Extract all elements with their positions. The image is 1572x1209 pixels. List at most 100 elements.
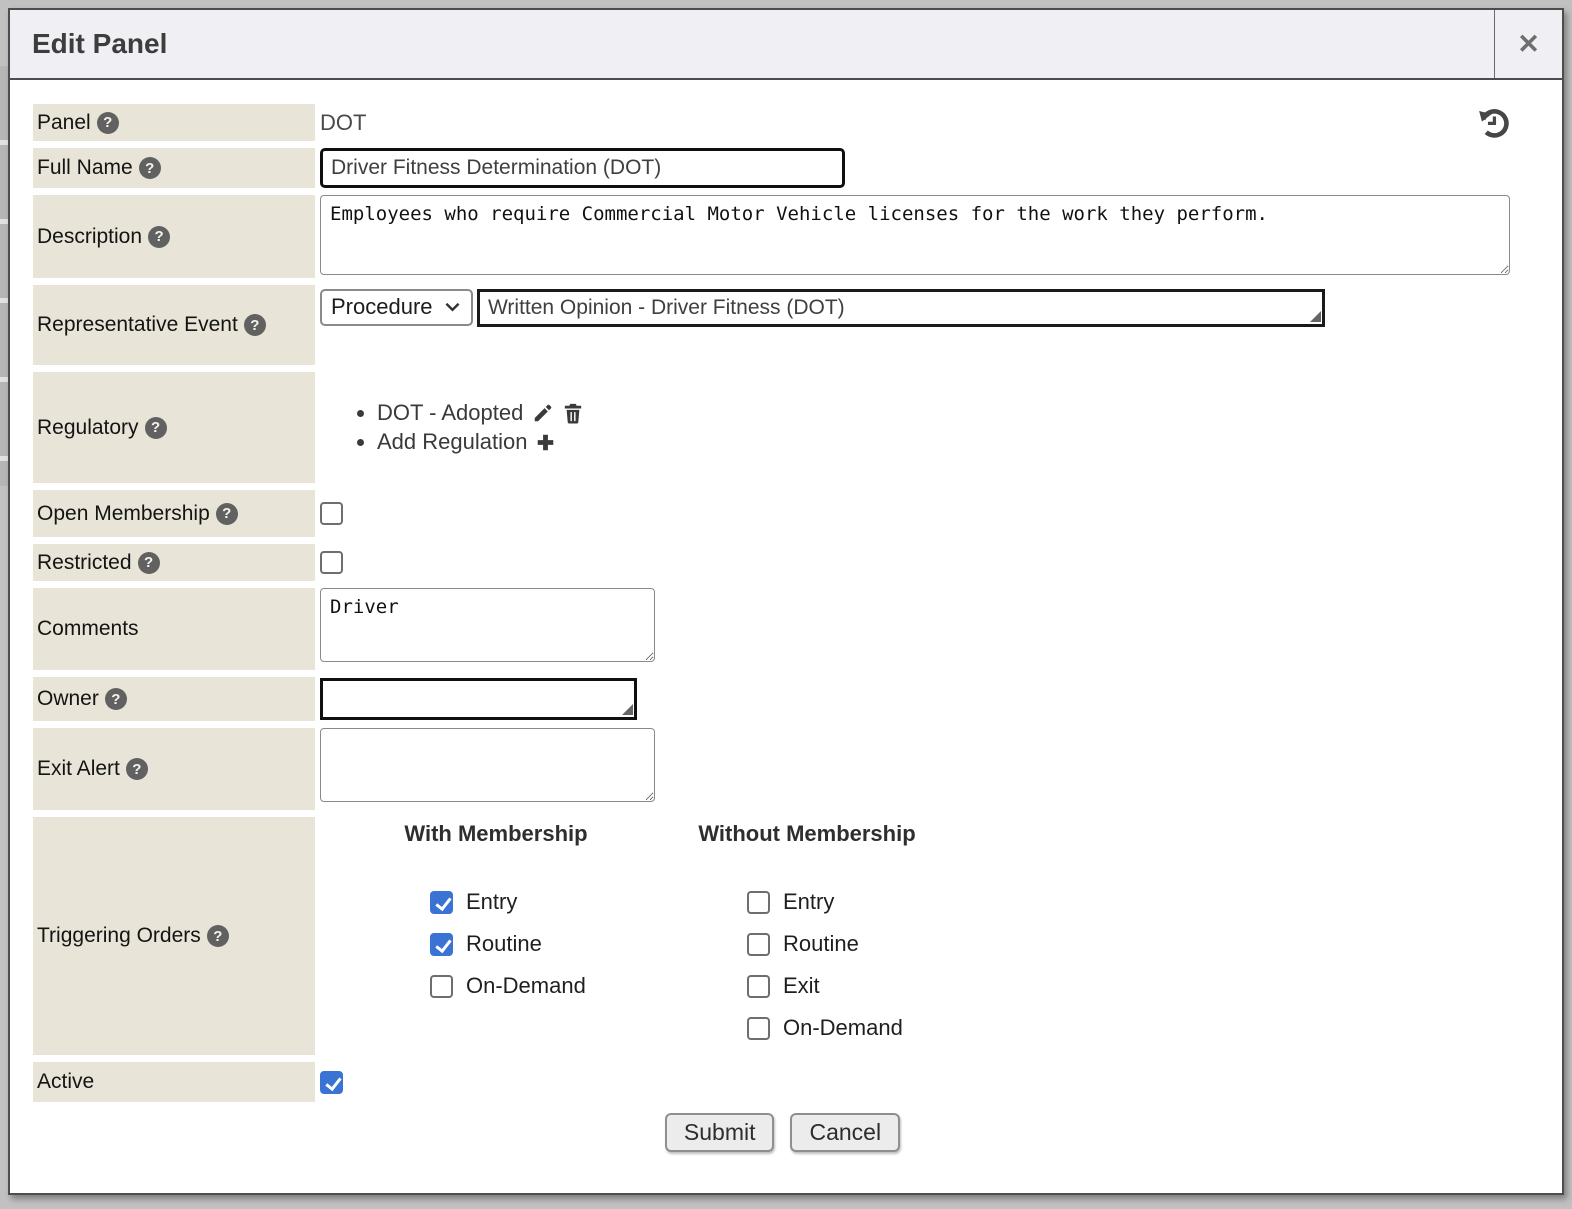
without-membership-header: Without Membership xyxy=(657,821,957,847)
panel-value: DOT xyxy=(320,110,366,136)
without-on-demand-checkbox[interactable] xyxy=(747,1017,770,1040)
help-icon[interactable]: ? xyxy=(105,688,127,710)
triggering-orders-field: With Membership Entry Routine xyxy=(315,817,1562,1055)
exit-alert-field xyxy=(315,728,1562,810)
restricted-field xyxy=(315,544,1562,581)
exit-alert-textarea[interactable] xyxy=(320,728,655,802)
representative-event-input[interactable] xyxy=(477,289,1325,327)
comments-label: Comments xyxy=(37,617,139,641)
description-textarea[interactable]: Employees who require Commercial Motor V… xyxy=(320,195,1510,275)
comments-field: Driver xyxy=(315,588,1562,670)
without-routine-option: Routine xyxy=(747,931,957,957)
without-exit-checkbox[interactable] xyxy=(747,975,770,998)
row-description: Description ? Employees who require Comm… xyxy=(33,195,1562,278)
owner-label-cell: Owner ? xyxy=(33,677,315,721)
without-entry-option: Entry xyxy=(747,889,957,915)
help-icon[interactable]: ? xyxy=(145,417,167,439)
owner-field xyxy=(315,677,1562,721)
without-entry-checkbox[interactable] xyxy=(747,891,770,914)
owner-combo xyxy=(320,678,637,720)
open-membership-label-cell: Open Membership ? xyxy=(33,490,315,537)
close-icon: ✕ xyxy=(1517,31,1540,58)
without-exit-option: Exit xyxy=(747,973,957,999)
dialog-header: Edit Panel ✕ xyxy=(10,10,1562,80)
active-field xyxy=(315,1062,1562,1102)
full-name-field xyxy=(315,148,1562,188)
without-on-demand-label: On-Demand xyxy=(783,1015,903,1041)
edit-panel-dialog: Edit Panel ✕ Panel ? DOT xyxy=(8,8,1564,1195)
comments-textarea[interactable]: Driver xyxy=(320,588,655,662)
with-membership-header: With Membership xyxy=(335,821,657,847)
active-label-cell: Active xyxy=(33,1062,315,1102)
dialog-actions: Submit Cancel xyxy=(33,1113,1562,1152)
restricted-label: Restricted xyxy=(37,551,132,575)
help-icon[interactable]: ? xyxy=(97,112,119,134)
help-icon[interactable]: ? xyxy=(244,314,266,336)
with-on-demand-label: On-Demand xyxy=(466,973,586,999)
with-entry-checkbox[interactable] xyxy=(430,891,453,914)
description-label-cell: Description ? xyxy=(33,195,315,278)
owner-input[interactable] xyxy=(320,678,637,720)
help-icon[interactable]: ? xyxy=(126,758,148,780)
event-type-selected: Procedure xyxy=(331,294,433,320)
edit-regulation-icon[interactable] xyxy=(532,402,554,424)
regulatory-label-cell: Regulatory ? xyxy=(33,372,315,483)
help-icon[interactable]: ? xyxy=(148,226,170,248)
without-routine-checkbox[interactable] xyxy=(747,933,770,956)
submit-button[interactable]: Submit xyxy=(665,1113,775,1152)
representative-event-combo xyxy=(477,289,1325,327)
without-membership-column: Without Membership Entry Routine xyxy=(657,821,957,1041)
dialog-body: Panel ? DOT Full Name ? xyxy=(10,80,1562,1152)
full-name-label-cell: Full Name ? xyxy=(33,148,315,188)
regulation-name: DOT - Adopted xyxy=(377,400,523,426)
help-icon[interactable]: ? xyxy=(216,503,238,525)
with-entry-option: Entry xyxy=(430,889,657,915)
open-membership-checkbox[interactable] xyxy=(320,502,343,525)
regulatory-label: Regulatory xyxy=(37,416,139,440)
without-on-demand-option: On-Demand xyxy=(747,1015,957,1041)
open-membership-field xyxy=(315,490,1562,537)
comments-label-cell: Comments xyxy=(33,588,315,670)
add-regulation-icon[interactable] xyxy=(536,433,555,452)
description-field: Employees who require Commercial Motor V… xyxy=(315,195,1562,278)
with-routine-label: Routine xyxy=(466,931,542,957)
description-label: Description xyxy=(37,225,142,249)
cancel-button[interactable]: Cancel xyxy=(790,1113,900,1152)
background-page-edge xyxy=(0,66,8,486)
row-full-name: Full Name ? xyxy=(33,148,1562,188)
without-routine-label: Routine xyxy=(783,931,859,957)
help-icon[interactable]: ? xyxy=(138,552,160,574)
active-label: Active xyxy=(37,1070,94,1094)
row-representative-event: Representative Event ? Procedure xyxy=(33,285,1562,365)
regulatory-list: DOT - Adopted xyxy=(377,397,583,458)
panel-label-cell: Panel ? xyxy=(33,104,315,141)
close-button[interactable]: ✕ xyxy=(1494,10,1562,78)
delete-regulation-icon[interactable] xyxy=(563,402,583,424)
owner-label: Owner xyxy=(37,687,99,711)
restricted-label-cell: Restricted ? xyxy=(33,544,315,581)
row-comments: Comments Driver xyxy=(33,588,1562,670)
without-exit-label: Exit xyxy=(783,973,820,999)
with-routine-option: Routine xyxy=(430,931,657,957)
help-icon[interactable]: ? xyxy=(207,925,229,947)
with-routine-checkbox[interactable] xyxy=(430,933,453,956)
row-triggering-orders: Triggering Orders ? With Membership Entr… xyxy=(33,817,1562,1055)
with-on-demand-checkbox[interactable] xyxy=(430,975,453,998)
restricted-checkbox[interactable] xyxy=(320,551,343,574)
open-membership-label: Open Membership xyxy=(37,502,210,526)
regulatory-list-item: DOT - Adopted xyxy=(377,400,583,426)
active-checkbox[interactable] xyxy=(320,1071,343,1094)
event-type-select[interactable]: Procedure xyxy=(320,289,473,326)
triggering-orders-label-cell: Triggering Orders ? xyxy=(33,817,315,1055)
dialog-title: Edit Panel xyxy=(10,28,167,60)
help-icon[interactable]: ? xyxy=(139,157,161,179)
row-owner: Owner ? xyxy=(33,677,1562,721)
chevron-down-icon xyxy=(445,302,460,312)
full-name-input[interactable] xyxy=(320,148,845,188)
regulatory-field: DOT - Adopted xyxy=(315,372,1562,483)
exit-alert-label: Exit Alert xyxy=(37,757,120,781)
regulatory-add-item: Add Regulation xyxy=(377,429,583,455)
row-exit-alert: Exit Alert ? xyxy=(33,728,1562,810)
history-icon[interactable] xyxy=(1475,104,1512,141)
exit-alert-label-cell: Exit Alert ? xyxy=(33,728,315,810)
